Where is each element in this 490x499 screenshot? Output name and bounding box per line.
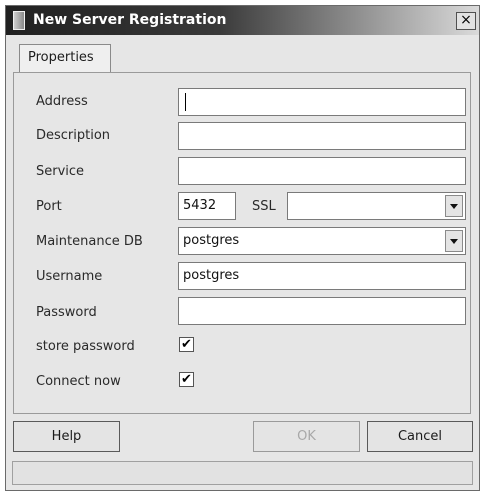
address-label: Address xyxy=(36,94,88,109)
text-cursor xyxy=(185,93,186,111)
service-input[interactable] xyxy=(178,157,466,185)
password-input[interactable] xyxy=(178,297,466,325)
app-icon xyxy=(13,11,25,30)
port-value: 5432 xyxy=(183,198,217,213)
ssl-select[interactable] xyxy=(287,192,466,220)
description-label: Description xyxy=(36,128,111,143)
tab-properties[interactable]: Properties xyxy=(19,44,111,73)
password-label: Password xyxy=(36,305,97,320)
checkmark-icon: ✔ xyxy=(181,372,192,387)
store-password-checkbox[interactable]: ✔ xyxy=(179,337,194,352)
description-input[interactable] xyxy=(178,122,466,150)
tab-properties-label: Properties xyxy=(28,50,94,65)
help-button[interactable]: Help xyxy=(13,421,120,452)
window-title: New Server Registration xyxy=(33,12,227,28)
chevron-down-icon[interactable] xyxy=(445,195,463,217)
checkmark-icon: ✔ xyxy=(181,337,192,352)
service-label: Service xyxy=(36,164,85,179)
properties-panel: Address Description Service Port 5432 SS… xyxy=(13,72,471,414)
connect-now-label: Connect now xyxy=(36,374,121,389)
username-value: postgres xyxy=(183,268,240,283)
close-button[interactable]: × xyxy=(456,12,476,30)
username-input[interactable]: postgres xyxy=(178,262,466,290)
ok-button[interactable]: OK xyxy=(253,421,360,452)
connect-now-checkbox[interactable]: ✔ xyxy=(179,372,194,387)
port-input[interactable]: 5432 xyxy=(178,192,236,220)
title-bar[interactable]: New Server Registration × xyxy=(6,6,479,35)
store-password-label: store password xyxy=(36,339,135,354)
maintenance-db-value: postgres xyxy=(183,233,240,248)
username-label: Username xyxy=(36,269,103,284)
port-label: Port xyxy=(36,199,62,214)
dialog-window: New Server Registration × Properties Add… xyxy=(5,5,480,491)
cancel-button[interactable]: Cancel xyxy=(367,421,473,452)
ssl-label: SSL xyxy=(252,199,276,214)
maintenance-db-label: Maintenance DB xyxy=(36,234,143,249)
chevron-down-icon[interactable] xyxy=(445,230,463,252)
status-bar xyxy=(12,461,473,485)
maintenance-db-select[interactable]: postgres xyxy=(178,227,466,255)
address-input[interactable] xyxy=(178,88,466,116)
